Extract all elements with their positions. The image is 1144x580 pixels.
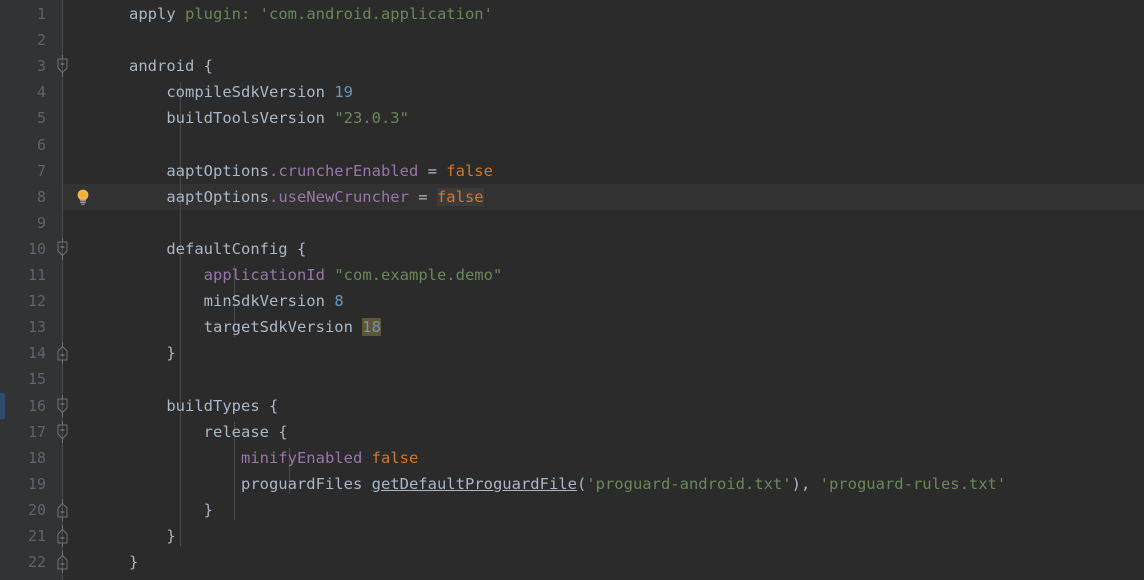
lightbulb-icon[interactable] <box>74 187 92 207</box>
gutter-separator <box>62 0 63 580</box>
code-token: .cruncherEnabled <box>268 161 419 180</box>
code-token: minifyEnabled <box>240 448 363 467</box>
code-token: { <box>296 239 307 258</box>
code-line[interactable]: targetSdkVersion 18 <box>129 314 381 340</box>
code-line[interactable]: defaultConfig { <box>129 236 306 262</box>
code-line[interactable]: applicationId "com.example.demo" <box>129 262 503 288</box>
code-token: 'com.android.application' <box>259 5 493 23</box>
code-line[interactable]: } <box>129 340 176 366</box>
code-line[interactable]: } <box>129 497 213 523</box>
code-line[interactable]: aaptOptions.useNewCruncher = false <box>129 184 484 210</box>
code-token: 18 <box>362 318 381 337</box>
fold-expanded-icon[interactable] <box>57 55 68 78</box>
line-number: 17 <box>27 422 46 441</box>
line-number: 15 <box>27 370 46 389</box>
code-token: plugin: <box>185 5 260 23</box>
code-token: false <box>446 161 493 180</box>
line-number: 9 <box>36 213 46 232</box>
code-token: , <box>800 474 820 493</box>
code-token: aaptOptions <box>129 161 269 180</box>
code-line[interactable]: buildToolsVersion "23.0.3" <box>129 105 409 131</box>
line-number: 10 <box>27 239 46 258</box>
code-token: ( <box>576 474 587 493</box>
line-number: 16 <box>27 396 46 415</box>
code-line[interactable]: release { <box>129 419 288 445</box>
line-number: 14 <box>27 344 46 363</box>
fold-end-icon[interactable] <box>57 342 68 365</box>
code-token: getDefaultProguardFile <box>371 474 577 493</box>
code-token: = <box>418 161 447 180</box>
code-token: targetSdkVersion <box>129 318 363 337</box>
line-number: 3 <box>36 57 46 76</box>
code-token: 'proguard-rules.txt' <box>819 474 1007 493</box>
code-token: "com.example.demo" <box>334 266 503 284</box>
code-token: buildToolsVersion <box>129 109 335 128</box>
code-token: defaultConfig <box>129 239 297 258</box>
line-number: 7 <box>36 161 46 180</box>
line-number: 2 <box>36 31 46 50</box>
fold-end-icon[interactable] <box>57 551 68 574</box>
code-line[interactable]: apply plugin: 'com.android.application' <box>129 1 493 27</box>
code-token: } <box>129 500 213 519</box>
code-line[interactable]: minifyEnabled false <box>129 445 418 471</box>
code-token: release <box>129 422 279 441</box>
code-area[interactable]: apply plugin: 'com.android.application' a… <box>63 0 1144 580</box>
fold-expanded-icon[interactable] <box>57 237 68 260</box>
code-token: 8 <box>334 292 344 311</box>
fold-expanded-icon[interactable] <box>57 394 68 417</box>
code-line[interactable]: aaptOptions.cruncherEnabled = false <box>129 158 493 184</box>
code-line[interactable]: } <box>129 523 176 549</box>
code-token: apply <box>129 5 185 23</box>
code-token: } <box>129 553 139 572</box>
line-number: 6 <box>36 135 46 154</box>
code-token: = <box>408 187 437 206</box>
line-number: 20 <box>27 500 46 519</box>
code-token: applicationId <box>203 266 325 284</box>
code-line[interactable]: minSdkVersion 8 <box>129 288 344 314</box>
line-number: 5 <box>36 109 46 128</box>
code-line[interactable]: android { <box>129 53 213 79</box>
code-token: 'proguard-android.txt' <box>586 474 792 493</box>
code-token: { <box>268 396 279 415</box>
line-number: 19 <box>27 474 46 493</box>
line-number: 22 <box>27 553 46 572</box>
code-token: } <box>129 527 176 545</box>
code-editor[interactable]: apply plugin: 'com.android.application' a… <box>0 0 1144 580</box>
fold-expanded-icon[interactable] <box>57 420 68 443</box>
code-line[interactable]: compileSdkVersion 19 <box>129 79 353 105</box>
code-token: compileSdkVersion <box>129 83 335 102</box>
line-number: 11 <box>27 266 46 284</box>
line-number: 1 <box>36 5 46 23</box>
code-token: proguardFiles <box>129 474 372 493</box>
line-number: 8 <box>36 187 46 206</box>
code-token: false <box>436 187 484 206</box>
code-token: aaptOptions <box>129 187 269 206</box>
code-token: minSdkVersion <box>129 292 335 311</box>
code-token: { <box>278 422 288 441</box>
line-number: 12 <box>27 292 46 311</box>
code-token: buildTypes <box>129 396 269 415</box>
fold-end-icon[interactable] <box>57 525 68 547</box>
code-line[interactable]: proguardFiles getDefaultProguardFile('pr… <box>129 471 1006 497</box>
code-token: 19 <box>334 83 353 102</box>
code-token: false <box>371 448 419 467</box>
code-token: android <box>129 57 204 76</box>
code-line[interactable]: } <box>129 549 138 575</box>
code-token: .useNewCruncher <box>268 187 409 206</box>
code-token: "23.0.3" <box>334 109 409 128</box>
code-token: ) <box>791 474 801 493</box>
code-token: } <box>129 344 176 363</box>
code-line[interactable]: buildTypes { <box>129 393 278 419</box>
code-token: { <box>203 57 213 76</box>
fold-end-icon[interactable] <box>57 498 68 521</box>
line-number: 13 <box>27 318 46 337</box>
line-number: 4 <box>36 83 46 102</box>
line-number: 21 <box>27 527 46 545</box>
line-number: 18 <box>27 448 46 467</box>
